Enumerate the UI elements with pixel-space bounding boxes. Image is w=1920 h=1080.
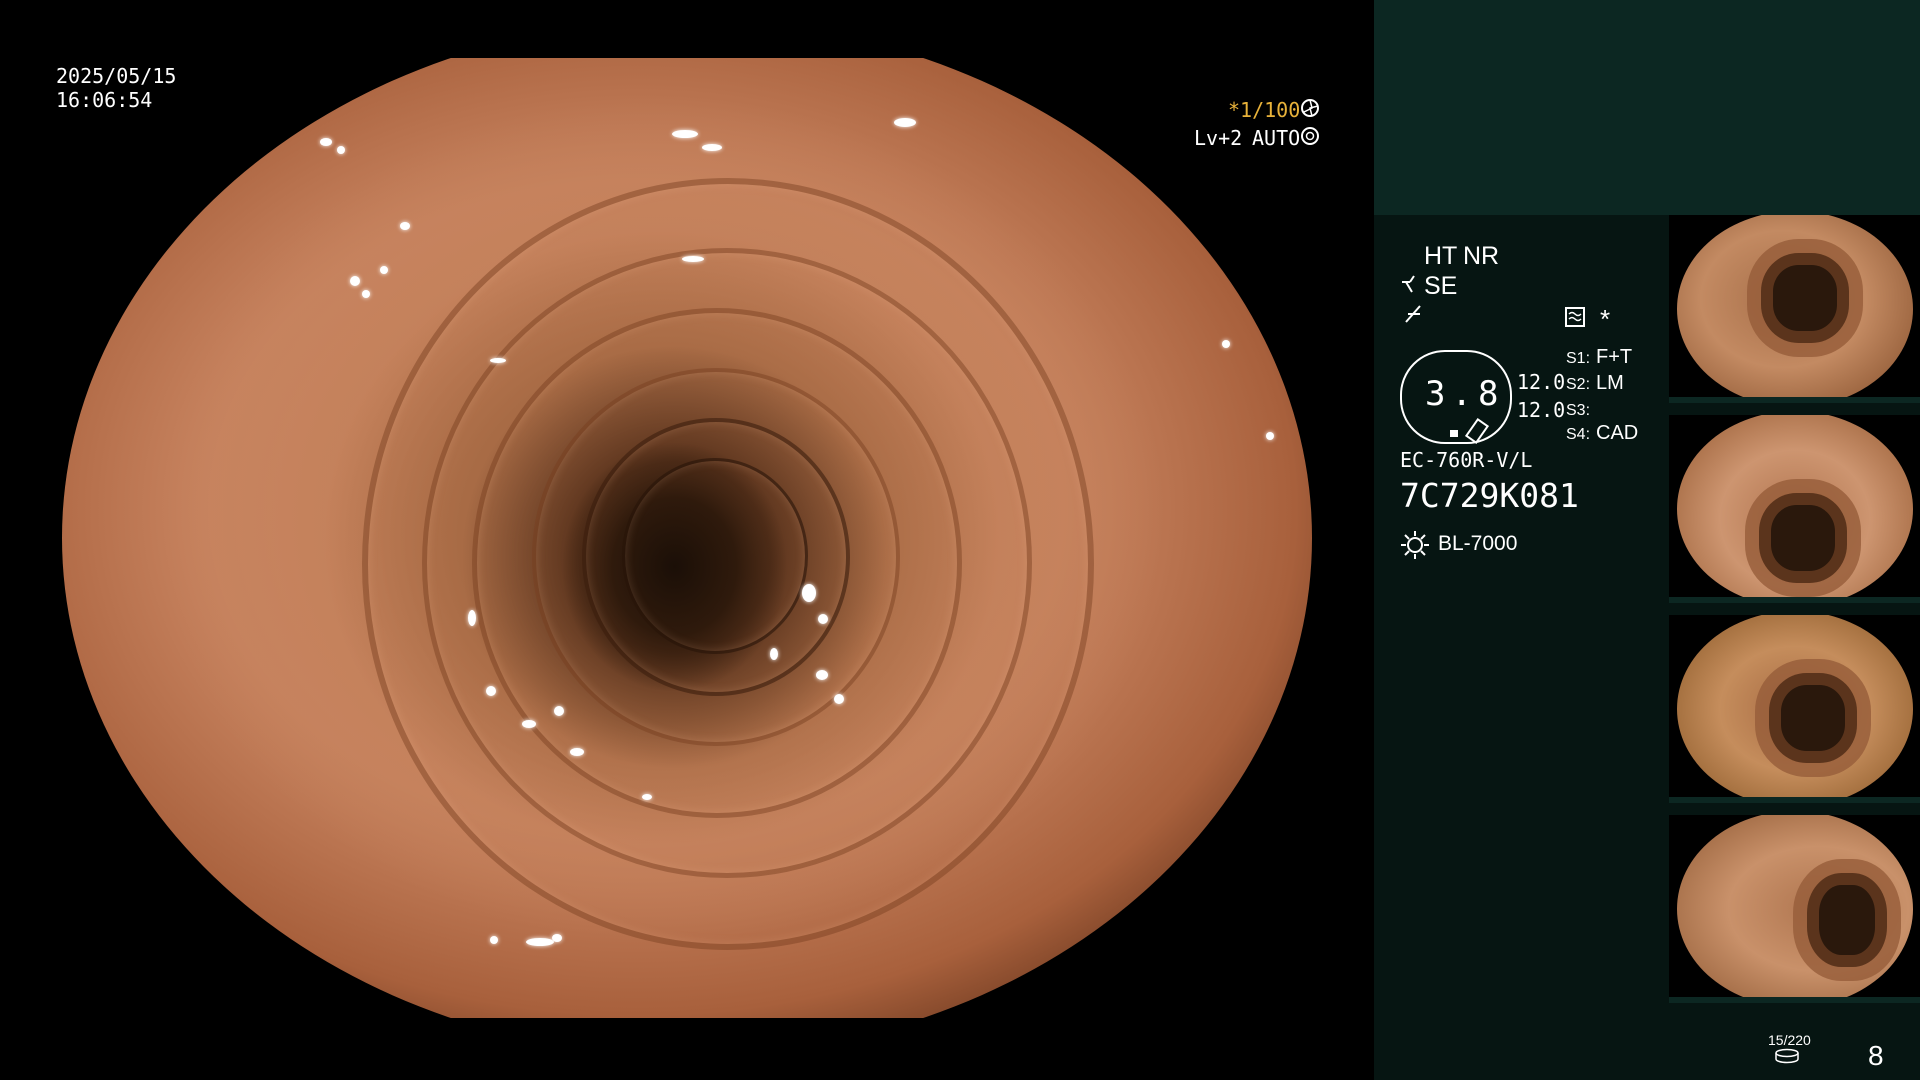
specular-highlight [526, 938, 554, 946]
specular-highlight [570, 748, 584, 756]
captured-thumbnail[interactable] [1669, 815, 1920, 1003]
nr-indicator: NR [1463, 242, 1500, 270]
s2-value: LM [1596, 372, 1624, 394]
specular-highlight [400, 222, 410, 230]
specular-highlight [320, 138, 332, 146]
specular-highlight [682, 256, 704, 262]
specular-highlight [468, 610, 476, 626]
camera-shutter-icon [1300, 98, 1320, 123]
storage-media-icon [1774, 1048, 1800, 1069]
image-mode-icon [1564, 306, 1586, 333]
captured-thumbnail[interactable] [1669, 215, 1920, 403]
specular-highlight [702, 144, 722, 151]
s1-value: F+T [1596, 346, 1633, 368]
s1-key: S1: [1566, 350, 1591, 367]
s3-key: S3: [1566, 402, 1591, 419]
storage-count: 15/220 [1768, 1032, 1811, 1048]
panel-header-area [1374, 0, 1920, 215]
specular-highlight [490, 358, 506, 363]
light-source-icon [1400, 530, 1430, 565]
se-indicator: SE [1424, 272, 1458, 300]
zoom-value: 3.8 [1425, 374, 1505, 414]
iris-mode: AUTO [1252, 126, 1301, 150]
endoscope-live-view [62, 58, 1312, 1018]
s2-key: S2: [1566, 376, 1591, 393]
specular-highlight [894, 118, 916, 127]
specular-highlight [380, 266, 388, 274]
setting-value-2: 12.0 [1517, 398, 1566, 422]
specular-highlight [1266, 432, 1274, 440]
exam-date: 2025/05/15 [56, 64, 177, 88]
scope-model: EC-760R-V/L [1400, 448, 1533, 472]
mucosal-fold [622, 458, 808, 654]
specular-highlight [552, 934, 562, 942]
specular-highlight [672, 130, 698, 138]
light-source-model: BL-7000 [1438, 532, 1518, 555]
specular-highlight [350, 276, 360, 286]
captured-thumbnail[interactable] [1669, 415, 1920, 603]
freeze-icon [1402, 304, 1426, 331]
specular-highlight [522, 720, 536, 728]
shutter-speed: *1/100 [1228, 98, 1301, 122]
zoom-marker [1450, 430, 1458, 437]
specular-highlight [362, 290, 370, 298]
specular-highlight [1222, 340, 1230, 348]
auto-iris-icon [1300, 126, 1320, 151]
specular-highlight [337, 146, 345, 154]
specular-highlight [486, 686, 496, 696]
specular-highlight [770, 648, 778, 660]
scope-angle-icon [1400, 274, 1426, 301]
specular-highlight [834, 694, 844, 704]
image-count: 8 [1868, 1040, 1884, 1071]
specular-highlight [642, 794, 652, 800]
specular-highlight [816, 670, 828, 680]
exam-time: 16:06:54 [56, 88, 153, 112]
enhancement-level: Lv+2 [1194, 126, 1243, 150]
specular-highlight [802, 584, 816, 602]
capture-star: * [1600, 304, 1611, 334]
setting-value-1: 12.0 [1517, 370, 1566, 394]
scope-serial: 7C729K081 [1400, 476, 1579, 515]
s4-value: CAD [1596, 422, 1639, 444]
specular-highlight [490, 936, 498, 944]
specular-highlight [554, 706, 564, 716]
s4-key: S4: [1566, 426, 1591, 443]
specular-highlight [818, 614, 828, 624]
ht-indicator: HT [1424, 242, 1458, 270]
captured-thumbnail[interactable] [1669, 615, 1920, 803]
